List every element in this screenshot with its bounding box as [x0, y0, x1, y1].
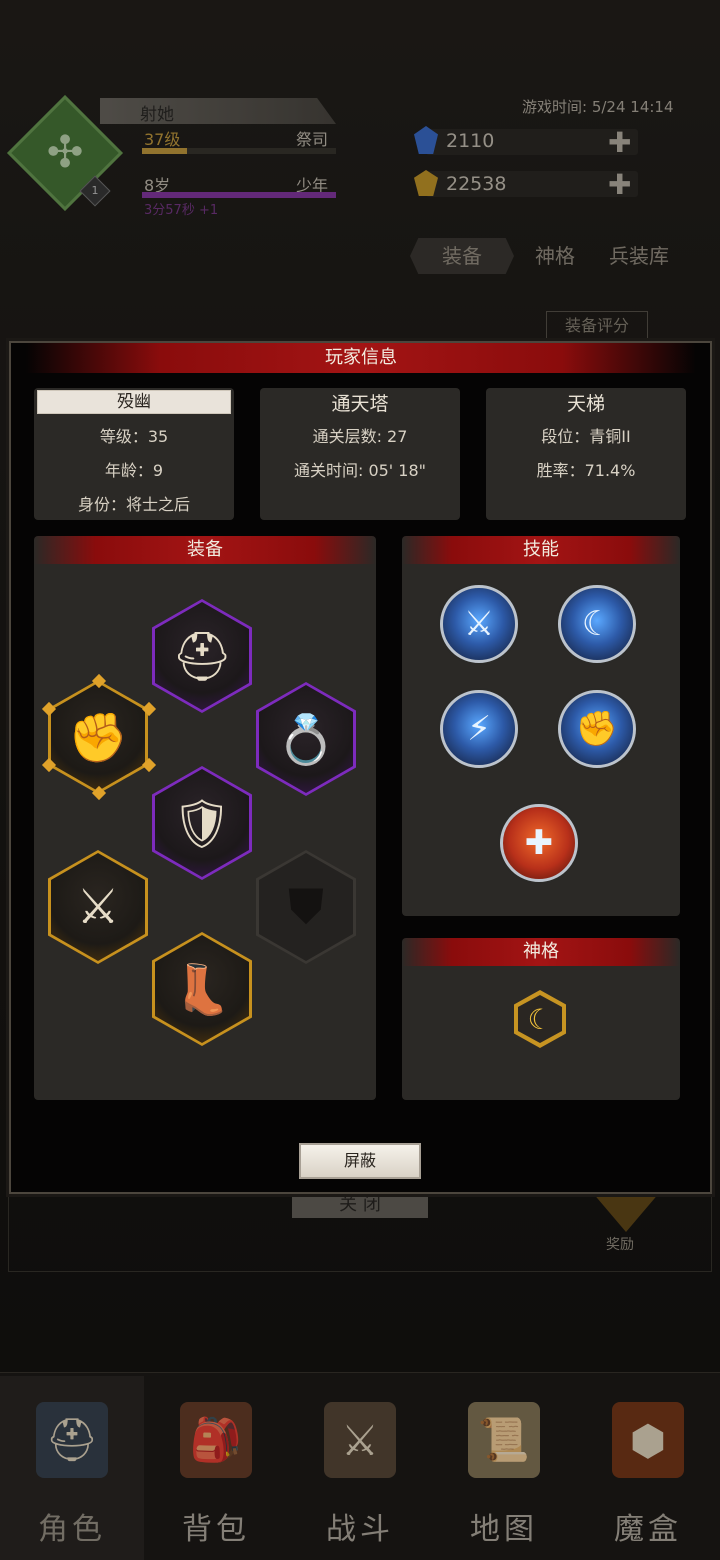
- boots-icon: 👢: [155, 935, 249, 1043]
- profile-name: 殁幽: [117, 392, 151, 412]
- tower-time: 通关时间: 05' 18": [293, 461, 427, 480]
- armor-icon: 🛡: [155, 769, 249, 877]
- helmet-icon: ⛑: [155, 602, 249, 710]
- equipment-section-title: 装备: [187, 539, 223, 560]
- ring-icon: 💍: [259, 685, 353, 793]
- ladder-winrate: 胜率：71.4%: [536, 461, 636, 480]
- block-button[interactable]: 屏蔽: [299, 1143, 421, 1179]
- blade-arc-icon[interactable]: ☾: [558, 585, 636, 663]
- multi-sword-strike-icon[interactable]: ⚔: [440, 585, 518, 663]
- profile-level: 等级：35: [99, 427, 169, 446]
- divinity-section-title: 神格: [523, 941, 559, 962]
- tower-title: 通天塔: [331, 393, 389, 415]
- fist-strike-icon[interactable]: ✊: [558, 690, 636, 768]
- skills-section-title: 技能: [523, 539, 559, 560]
- dialog-title: 玩家信息: [325, 347, 397, 368]
- profile-identity: 身份：将士之后: [77, 495, 190, 514]
- shield-icon: ⛊: [259, 853, 353, 961]
- profile-age: 年龄：9: [104, 461, 164, 480]
- holy-cross-icon[interactable]: ✚: [500, 804, 578, 882]
- ladder-title: 天梯: [566, 393, 605, 415]
- katana-icon: ⚔: [51, 853, 145, 961]
- ladder-rank: 段位：青铜II: [541, 427, 631, 446]
- tower-floors: 通关层数: 27: [312, 427, 408, 446]
- sword-slash-icon[interactable]: ⚡: [440, 690, 518, 768]
- gauntlet-icon: ✊: [51, 683, 145, 791]
